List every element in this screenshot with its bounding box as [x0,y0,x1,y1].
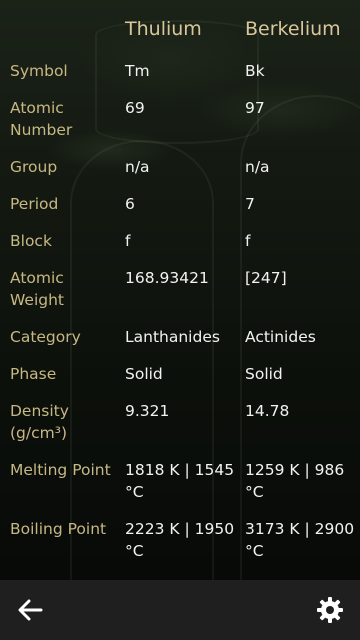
element-a-value: 69 [125,99,145,117]
comparison-screen: Thulium Berkelium Symbol Tm Bk Atomic Nu… [0,0,360,640]
element-b-value: Actinides [245,328,316,346]
property-label: Phase [10,365,57,383]
element-a-value: f [125,232,131,250]
property-label: Density (g/cm³) [10,402,69,442]
element-b-value: Bk [245,62,265,80]
element-a-value: Solid [125,365,163,383]
property-label: Block [10,232,52,250]
element-b-name: Berkelium [245,18,341,40]
property-label: Category [10,328,81,346]
property-label: Period [10,195,59,213]
gear-icon [317,597,343,623]
arrow-left-icon [18,599,43,621]
element-a-value: 168.93421 [125,269,209,287]
element-b-value: 3173 K | 2900 °C [245,520,355,560]
property-label: Boiling Point [10,520,107,538]
property-label: Atomic Number [10,99,73,139]
back-button[interactable] [10,590,50,630]
element-b-value: 7 [245,195,255,213]
element-b-value: 1259 K | 986 °C [245,461,345,501]
element-b-value: 97 [245,99,265,117]
element-header-row: Thulium Berkelium [0,16,360,46]
element-a-name: Thulium [125,18,202,40]
settings-button[interactable] [310,590,350,630]
property-label: Symbol [10,62,68,80]
element-a-value: n/a [125,158,150,176]
element-b-value: n/a [245,158,270,176]
element-a-value: 2223 K | 1950 °C [125,520,235,560]
element-a-value: 9.321 [125,402,170,420]
property-label: Group [10,158,58,176]
element-a-value: 6 [125,195,135,213]
element-b-value: Solid [245,365,283,383]
element-b-value: 14.78 [245,402,290,420]
element-a-value: Tm [125,62,150,80]
bottom-app-bar [0,580,360,640]
element-b-value: f [245,232,251,250]
element-a-value: Lanthanides [125,328,220,346]
background-tube-decoration [70,140,214,640]
property-label: Atomic Weight [10,269,65,309]
element-a-value: 1818 K | 1545 °C [125,461,235,501]
property-label: Melting Point [10,461,111,479]
element-b-value: [247] [245,269,287,287]
